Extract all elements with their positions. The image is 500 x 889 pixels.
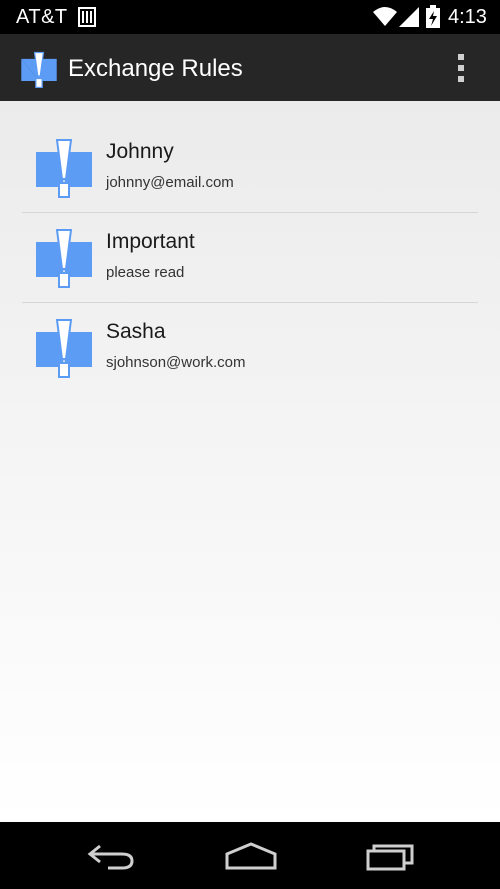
rule-name: Sasha bbox=[106, 320, 166, 343]
rule-icon bbox=[36, 139, 92, 198]
overflow-menu-icon bbox=[458, 54, 464, 60]
clock: 4:13 bbox=[448, 6, 487, 28]
recents-icon[interactable] bbox=[366, 841, 416, 871]
wifi-icon bbox=[373, 7, 397, 26]
rule-item-sasha[interactable]: Sasha sjohnson@work.com bbox=[22, 303, 478, 393]
app-title: Exchange Rules bbox=[68, 55, 243, 82]
sim-icon bbox=[78, 7, 96, 27]
content-area: Johnny johnny@email.com Important please… bbox=[0, 101, 500, 822]
action-bar: Exchange Rules bbox=[0, 34, 500, 101]
rule-name: Johnny bbox=[106, 140, 174, 163]
rule-item-johnny[interactable]: Johnny johnny@email.com bbox=[22, 123, 478, 213]
rule-icon bbox=[36, 229, 92, 288]
rule-icon bbox=[36, 319, 92, 378]
home-icon[interactable] bbox=[224, 842, 278, 872]
rule-detail: please read bbox=[106, 264, 185, 281]
back-icon[interactable] bbox=[86, 842, 136, 872]
signal-icon bbox=[399, 7, 419, 27]
carrier-name: AT&T bbox=[16, 6, 68, 28]
rule-name: Important bbox=[106, 230, 195, 253]
status-bar: AT&T 4:13 bbox=[0, 0, 500, 34]
rule-detail: johnny@email.com bbox=[106, 174, 234, 191]
rules-list: Johnny johnny@email.com Important please… bbox=[22, 123, 478, 393]
navigation-bar bbox=[0, 822, 500, 889]
battery-charging-icon bbox=[426, 5, 440, 28]
rule-item-important[interactable]: Important please read bbox=[22, 213, 478, 303]
overflow-menu-button[interactable] bbox=[444, 48, 478, 88]
rule-detail: sjohnson@work.com bbox=[106, 354, 246, 371]
exchange-rules-app-icon bbox=[21, 51, 57, 88]
